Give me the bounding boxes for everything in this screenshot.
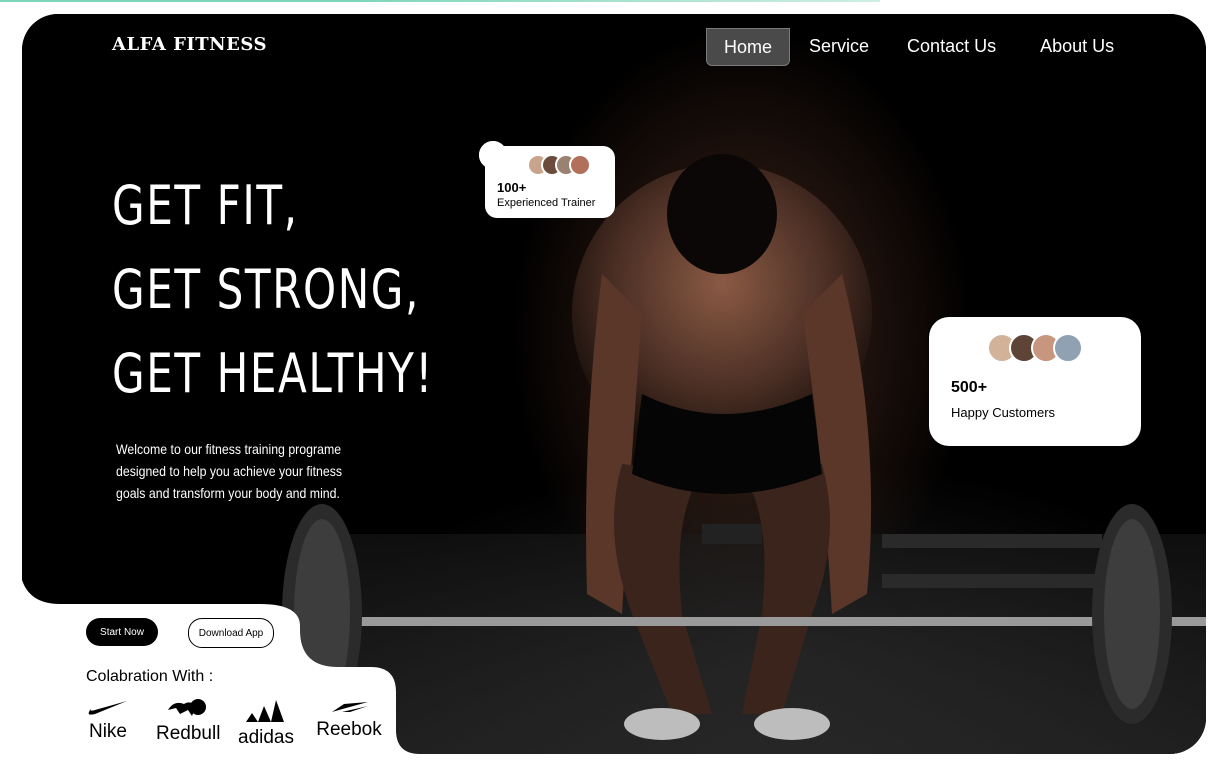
trainer-avatars (527, 154, 591, 176)
trainer-label: Experienced Trainer (497, 197, 596, 209)
avatar (569, 154, 591, 176)
partner-reebok[interactable]: Reebok (316, 700, 382, 741)
partner-adidas[interactable]: adidas (238, 700, 294, 749)
headline-line-1: GET FIT, (112, 174, 299, 237)
customer-avatars (987, 333, 1083, 363)
start-now-button[interactable]: Start Now (86, 618, 158, 646)
headline-line-2: GET STRONG, (112, 258, 420, 321)
customers-stat-card: 500+ Happy Customers (929, 317, 1141, 446)
adidas-stripes-icon (246, 700, 284, 722)
brand-logo[interactable]: ALFA FITNESS (112, 34, 267, 55)
top-accent-line (0, 0, 880, 2)
partner-label: Reebok (316, 719, 382, 740)
main-nav: Home Service Contact Us About Us (706, 28, 1131, 66)
trainer-stat-card: 100+ Experienced Trainer (485, 146, 615, 218)
nav-home[interactable]: Home (706, 28, 791, 66)
reebok-vector-icon (332, 702, 368, 712)
welcome-text: Welcome to our fitness training programe… (116, 441, 343, 501)
headline-line-3: GET HEALTHY! (112, 342, 434, 405)
avatar (1053, 333, 1083, 363)
hero-headline: GET FIT, GET STRONG, GET HEALTHY! (112, 164, 434, 416)
partner-label: adidas (238, 727, 294, 748)
partner-redbull[interactable]: Redbull (156, 696, 220, 745)
redbull-icon (168, 699, 206, 716)
collaboration-title: Colabration With : (86, 668, 214, 685)
trainer-count: 100+ (497, 180, 527, 195)
nav-service[interactable]: Service (792, 28, 886, 64)
customer-label: Happy Customers (951, 405, 1056, 420)
download-app-button[interactable]: Download App (188, 618, 274, 648)
nike-swoosh-icon (88, 701, 127, 715)
partner-label: Nike (88, 721, 127, 742)
nav-about-us[interactable]: About Us (1023, 28, 1131, 64)
customer-count: 500+ (951, 379, 988, 396)
nav-contact-us[interactable]: Contact Us (890, 28, 1013, 64)
partner-nike[interactable]: Nike (86, 698, 130, 743)
partner-label: Redbull (156, 723, 221, 744)
